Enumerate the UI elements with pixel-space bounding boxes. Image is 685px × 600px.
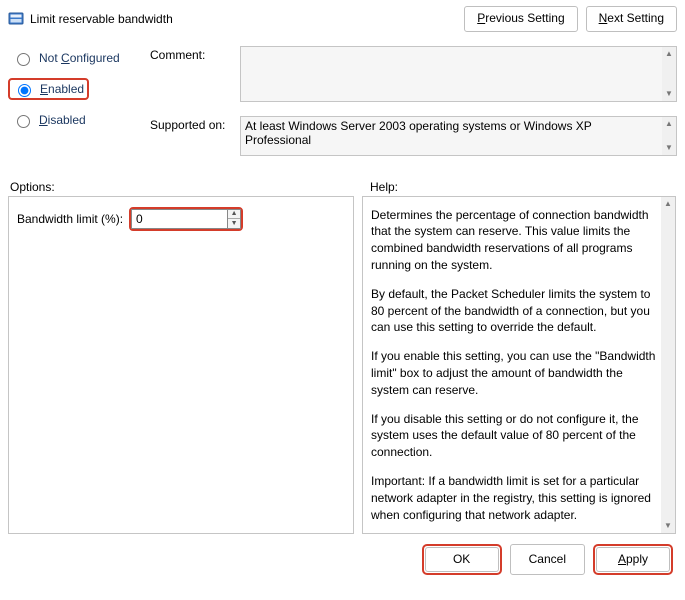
radio-not-configured-label: Not Configured (39, 51, 120, 65)
supported-scrollbar[interactable]: ▲ ▼ (662, 117, 676, 155)
scroll-up-icon[interactable]: ▲ (661, 197, 675, 211)
spinner-up-icon[interactable]: ▲ (228, 210, 240, 220)
cancel-button[interactable]: Cancel (510, 544, 585, 576)
ok-button[interactable]: OK (425, 547, 499, 573)
bandwidth-limit-label: Bandwidth limit (%): (17, 212, 123, 226)
window-title: Limit reservable bandwidth (30, 12, 173, 26)
comment-textarea[interactable]: ▲ ▼ (240, 46, 677, 102)
help-text: Determines the percentage of connection … (371, 207, 659, 524)
radio-disabled-input[interactable] (17, 115, 30, 128)
options-pane: Bandwidth limit (%): ▲ ▼ (8, 196, 354, 534)
state-radiogroup: Not Configured Enabled Disabled (8, 46, 138, 170)
scroll-up-icon[interactable]: ▲ (662, 47, 676, 61)
help-pane: Determines the percentage of connection … (362, 196, 676, 534)
radio-not-configured[interactable]: Not Configured (8, 48, 138, 68)
scroll-down-icon[interactable]: ▼ (662, 141, 676, 155)
previous-setting-button[interactable]: Previous Setting (464, 6, 577, 32)
scroll-down-icon[interactable]: ▼ (662, 87, 676, 101)
radio-enabled-input[interactable] (18, 84, 31, 97)
radio-not-configured-input[interactable] (17, 53, 30, 66)
supported-text: At least Windows Server 2003 operating s… (245, 119, 592, 147)
supported-label: Supported on: (150, 116, 230, 156)
scroll-up-icon[interactable]: ▲ (662, 117, 676, 131)
next-setting-button[interactable]: Next Setting (586, 6, 677, 32)
bandwidth-limit-input[interactable] (131, 209, 227, 229)
title-bar: Limit reservable bandwidth Previous Sett… (8, 6, 677, 32)
help-scrollbar[interactable]: ▲ ▼ (661, 197, 675, 533)
bandwidth-limit-spinner[interactable]: ▲ ▼ (129, 207, 243, 231)
radio-disabled-label: Disabled (39, 113, 86, 127)
radio-enabled[interactable]: Enabled (8, 78, 89, 100)
options-section-label: Options: (8, 180, 364, 194)
scroll-down-icon[interactable]: ▼ (661, 519, 675, 533)
spinner-down-icon[interactable]: ▼ (228, 219, 240, 228)
radio-disabled[interactable]: Disabled (8, 110, 138, 130)
radio-enabled-label: Enabled (40, 82, 84, 96)
supported-textarea: At least Windows Server 2003 operating s… (240, 116, 677, 156)
comment-scrollbar[interactable]: ▲ ▼ (662, 47, 676, 101)
policy-icon (8, 11, 24, 27)
help-section-label: Help: (364, 180, 398, 194)
apply-button[interactable]: Apply (596, 547, 670, 573)
dialog-footer: OK Cancel Apply (8, 534, 677, 576)
comment-label: Comment: (150, 46, 230, 102)
